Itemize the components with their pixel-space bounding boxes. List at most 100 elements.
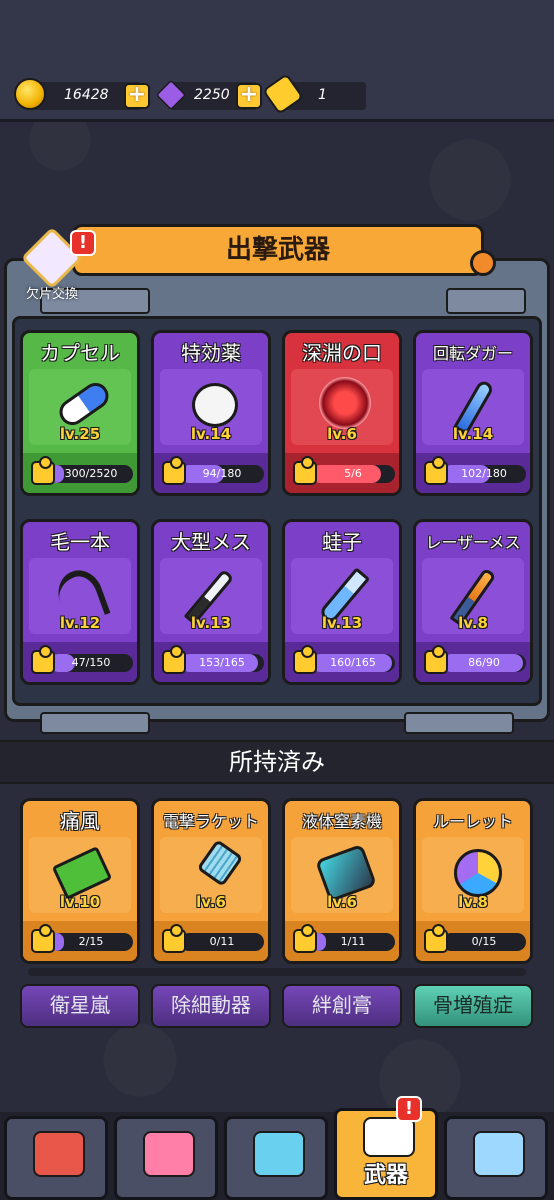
puzzle-piece-icon <box>31 924 55 953</box>
puzzle-piece-icon <box>162 924 186 953</box>
weapon-card[interactable]: レーザーメス lv.8 86/90 <box>413 519 533 685</box>
panel-foot-right <box>404 712 514 734</box>
nav-button-shop[interactable] <box>4 1116 108 1200</box>
card-footer: 0/15 <box>416 921 530 961</box>
weapon-card[interactable]: 回転ダガー lv.14 102/180 <box>413 330 533 496</box>
fragment-progress-bar: 0/15 <box>442 933 526 951</box>
syringe-icon <box>253 1131 305 1177</box>
nav-button-rank[interactable] <box>444 1116 548 1200</box>
fragment-progress-bar: 102/180 <box>442 465 526 483</box>
weapon-level: lv.10 <box>59 893 101 911</box>
weapon-name: 特効薬 <box>181 341 241 365</box>
panel-foot-left <box>40 712 150 734</box>
owned-weapon-tab[interactable]: 衛星嵐 <box>20 984 140 1028</box>
card-footer: 102/180 <box>416 453 530 493</box>
weapon-level: lv.13 <box>190 614 232 632</box>
fragment-progress-bar: 2/15 <box>49 933 133 951</box>
weapon-card[interactable]: 電撃ラケット lv.6 0/11 <box>151 798 271 964</box>
fragment-progress-text: 47/150 <box>71 656 111 669</box>
card-footer: 94/180 <box>154 453 268 493</box>
owned-weapon-tab[interactable]: 骨増殖症 <box>413 984 533 1028</box>
abyss-mouth-icon <box>319 377 371 429</box>
weapon-name: 蛙子 <box>322 530 362 554</box>
add-coins-button[interactable]: + <box>124 83 150 109</box>
puzzle-piece-icon <box>424 645 448 674</box>
fragment-progress-bar: 94/180 <box>180 465 264 483</box>
puzzle-piece-icon <box>162 645 186 674</box>
fragment-progress-text: 86/90 <box>468 656 500 669</box>
puzzle-piece-icon <box>293 645 317 674</box>
fragment-progress-bar: 153/165 <box>180 654 264 672</box>
top-bar: 16428 + 2250 + 1 <box>0 0 554 122</box>
weapon-card[interactable]: 液体窒素機 lv.6 1/11 <box>282 798 402 964</box>
puzzle-piece-icon <box>424 456 448 485</box>
weapon-name: 液体窒素機 <box>301 812 382 831</box>
fragment-progress-text: 300/2520 <box>64 467 118 480</box>
weapon-level: lv.8 <box>458 893 488 911</box>
weapon-level: lv.12 <box>59 614 101 632</box>
nav-button-nurse[interactable] <box>114 1116 218 1200</box>
shop-icon <box>33 1131 85 1177</box>
card-footer: 153/165 <box>154 642 268 682</box>
weapon-card[interactable]: 蛙子 lv.13 160/165 <box>282 519 402 685</box>
nurse-icon <box>143 1131 195 1177</box>
banner-tail <box>470 250 496 276</box>
card-footer: 1/11 <box>285 921 399 961</box>
weapon-card[interactable]: 痛風 lv.10 2/15 <box>20 798 140 964</box>
fragment-progress-bar: 5/6 <box>311 465 395 483</box>
weapon-level: lv.14 <box>190 425 232 443</box>
weapon-level: lv.6 <box>327 893 357 911</box>
weapon-level: lv.13 <box>321 614 363 632</box>
owned-weapon-tab[interactable]: 除細動器 <box>151 984 271 1028</box>
weapon-card[interactable]: 特効薬 lv.14 94/180 <box>151 330 271 496</box>
fragment-progress-bar: 1/11 <box>311 933 395 951</box>
pill-icon <box>192 383 238 427</box>
fragment-progress-bar: 0/11 <box>180 933 264 951</box>
weapon-level: lv.25 <box>59 425 101 443</box>
fragment-progress-text: 1/11 <box>340 935 366 948</box>
nav-button-medkit[interactable]: 武器 <box>334 1108 438 1200</box>
gem-amount: 2250 <box>194 87 230 103</box>
weapon-card[interactable]: カプセル lv.25 300/2520 <box>20 330 140 496</box>
card-footer: 2/15 <box>23 921 137 961</box>
card-footer: 160/165 <box>285 642 399 682</box>
ticket-amount: 1 <box>318 87 327 103</box>
weapon-name: 深淵の口 <box>302 341 382 365</box>
owned-weapon-tab[interactable]: 絆創膏 <box>282 984 402 1028</box>
fragment-progress-bar: 86/90 <box>442 654 526 672</box>
coin-amount: 16428 <box>64 87 109 103</box>
weapon-level: lv.14 <box>452 425 494 443</box>
fragment-progress-text: 0/15 <box>471 935 497 948</box>
puzzle-piece-icon <box>293 456 317 485</box>
puzzle-piece-icon <box>31 456 55 485</box>
rank-icon <box>473 1131 525 1177</box>
card-footer: 0/11 <box>154 921 268 961</box>
puzzle-piece-icon <box>31 645 55 674</box>
owned-divider <box>28 968 526 976</box>
weapon-card[interactable]: 毛一本 lv.12 47/150 <box>20 519 140 685</box>
add-gems-button[interactable]: + <box>236 83 262 109</box>
nav-button-syringe[interactable] <box>224 1116 328 1200</box>
weapon-name: カプセル <box>40 341 120 365</box>
fragment-progress-text: 0/11 <box>209 935 235 948</box>
fragment-progress-text: 94/180 <box>202 467 242 480</box>
panel-handle-right <box>446 288 526 314</box>
weapon-level: lv.8 <box>458 614 488 632</box>
roulette-icon <box>454 849 502 897</box>
weapon-name: 電撃ラケット <box>162 812 259 831</box>
fragment-progress-text: 2/15 <box>78 935 104 948</box>
card-footer: 86/90 <box>416 642 530 682</box>
weapon-card[interactable]: ルーレット lv.8 0/15 <box>413 798 533 964</box>
weapon-card[interactable]: 深淵の口 lv.6 5/6 <box>282 330 402 496</box>
fragment-progress-bar: 47/150 <box>49 654 133 672</box>
weapon-name: 大型メス <box>171 530 251 554</box>
equipped-title: 出撃武器 <box>72 224 484 276</box>
weapon-card[interactable]: 大型メス lv.13 153/165 <box>151 519 271 685</box>
fragment-progress-text: 102/180 <box>461 467 507 480</box>
nav-label-weapons: 武器 <box>363 1163 408 1188</box>
card-footer: 5/6 <box>285 453 399 493</box>
medkit-icon <box>363 1117 415 1157</box>
weapon-name: レーザーメス <box>425 533 521 552</box>
coin-icon <box>14 78 46 110</box>
fragment-progress-text: 5/6 <box>344 467 362 480</box>
